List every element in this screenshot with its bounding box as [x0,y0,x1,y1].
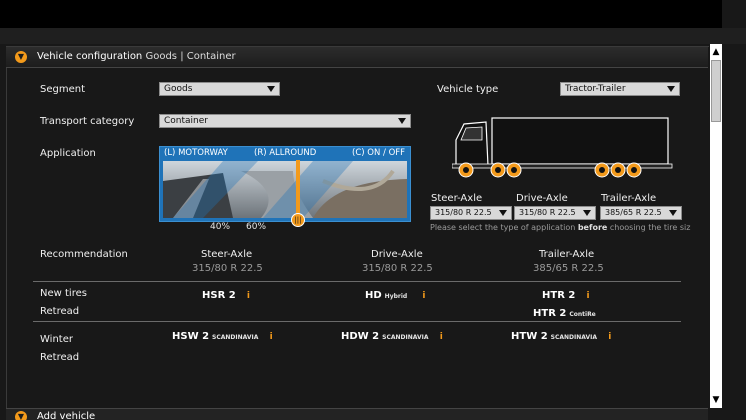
application-left-percent: 40% [210,222,231,232]
chevron-down-icon [669,210,677,216]
winter-steer-tire[interactable]: HSW 2 SCANDINAVIA i [172,331,273,342]
info-icon[interactable]: i [270,332,273,342]
steer-axle-label: Steer-Axle [431,193,483,204]
divider [33,321,681,322]
retread-label: Retread [40,306,80,317]
rec-steer-size: 315/80 R 22.5 [192,263,263,274]
application-road-image [163,161,407,218]
winter-drive-tire[interactable]: HDW 2 SCANDINAVIA i [341,331,443,342]
segment-label: Segment [40,84,85,95]
new-tires-label: New tires [40,288,87,299]
info-icon[interactable]: i [440,332,443,342]
chevron-down-icon [267,86,275,92]
rec-steer-label: Steer-Axle [201,249,253,260]
breadcrumb: Goods | Container [145,51,236,62]
grip-icon[interactable]: ||| [291,213,305,227]
trailer-axle-size-select[interactable]: 385/65 R 22.5 [600,206,682,220]
drive-axle-label: Drive-Axle [516,193,568,204]
tab-allround[interactable]: (R) ALLROUND [254,147,316,160]
vehicle-type-select[interactable]: Tractor-Trailer [560,82,680,96]
retread-trailer-tire[interactable]: HTR 2 ContiRe [533,308,596,319]
page-title: Vehicle configuration Goods | Container [37,51,236,62]
scrollbar-thumb[interactable] [711,60,721,122]
trailer-axle-label: Trailer-Axle [601,193,657,204]
rec-drive-label: Drive-Axle [371,249,423,260]
add-vehicle-header[interactable]: ▼ Add vehicle [6,408,708,420]
vehicle-type-label: Vehicle type [437,84,499,95]
drive-axle-size-select[interactable]: 315/80 R 22.5 [514,206,596,220]
recommendation-label: Recommendation [40,249,128,260]
chevron-down-icon [667,86,675,92]
rec-drive-size: 315/80 R 22.5 [362,263,433,274]
info-icon[interactable]: i [247,291,250,301]
rec-trailer-label: Trailer-Axle [539,249,595,260]
chevron-down-icon [398,118,406,124]
chevron-down-icon[interactable]: ▼ [15,51,27,63]
info-icon[interactable]: i [608,332,611,342]
application-selector[interactable]: (L) MOTORWAY (R) ALLROUND (C) ON / OFF |… [159,146,411,227]
transport-category-select[interactable]: Container [159,114,411,128]
application-right-percent: 60% [246,222,267,232]
scroll-down-icon[interactable]: ▼ [710,394,722,406]
info-icon[interactable]: i [422,291,425,301]
application-slider-track [296,160,300,220]
new-drive-tire[interactable]: HD Hybrid i [365,290,426,301]
panel-header[interactable]: ▼ Vehicle configuration Goods | Containe… [6,47,708,68]
new-steer-tire[interactable]: HSR 2 i [202,290,250,301]
tab-motorway[interactable]: (L) MOTORWAY [164,147,228,160]
rec-trailer-size: 385/65 R 22.5 [533,263,604,274]
divider [33,281,681,282]
scroll-up-icon[interactable]: ▲ [710,46,722,58]
chevron-down-icon [583,210,591,216]
info-icon[interactable]: i [587,291,590,301]
top-black-band [0,0,722,28]
application-tabs: (L) MOTORWAY (R) ALLROUND (C) ON / OFF [160,147,410,160]
axle-hint: Please select the type of application be… [430,223,691,232]
new-trailer-tire[interactable]: HTR 2 i [542,290,590,301]
application-label: Application [40,148,96,159]
transport-category-label: Transport category [40,116,135,127]
chevron-down-icon [499,210,507,216]
winter-retread-label: Retread [40,352,80,363]
winter-label: Winter [40,334,73,345]
tab-on-off[interactable]: (C) ON / OFF [352,147,405,160]
steer-axle-size-select[interactable]: 315/80 R 22.5 [430,206,512,220]
winter-trailer-tire[interactable]: HTW 2 SCANDINAVIA i [511,331,611,342]
top-strip [0,28,746,44]
segment-select[interactable]: Goods [159,82,280,96]
truck-icon [452,117,673,178]
